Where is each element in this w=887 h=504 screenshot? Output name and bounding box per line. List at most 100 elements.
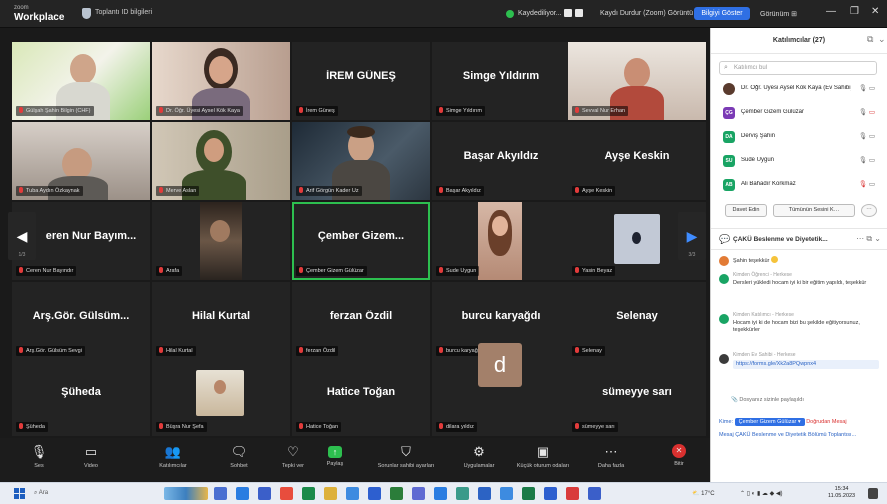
taskbar-search[interactable]: ⌕ Ara xyxy=(34,490,48,497)
meeting-toolbar: 🎙 Ses ▭ Video 👥 Katılımcılar 🗨 Sohbet ♡ Tepki… xyxy=(0,438,710,482)
participant-row[interactable]: DA Derviş Şahin 🎙 ▭ xyxy=(719,128,881,146)
previous-page-button[interactable]: ◀ 1/3 xyxy=(8,212,36,260)
show-info-button[interactable]: Bilgiyi Göster xyxy=(694,7,750,20)
participant-name: Sude Uygun xyxy=(446,268,477,274)
taskbar-app-icon[interactable] xyxy=(522,487,535,500)
chat-button[interactable]: 🗨 Sohbet xyxy=(208,442,270,478)
video-tile[interactable]: Simge Yıldırım Simge Yıldırım xyxy=(432,42,570,120)
taskbar-app-icon[interactable] xyxy=(456,487,469,500)
video-off-icon: ▭ xyxy=(868,109,875,116)
video-tile[interactable]: ferzan Özdil ferzan Özdil xyxy=(292,282,430,360)
taskbar-app-icon[interactable] xyxy=(478,487,491,500)
chat-message-input[interactable]: Mesaj ÇAKÜ Beslenme ve Diyetetik Bölümü … xyxy=(719,432,881,439)
participant-name-label: Tuba Aydın Özkaynak xyxy=(16,186,83,196)
video-tile[interactable]: Merve Aslan xyxy=(152,122,290,200)
taskbar-task-view-icon[interactable] xyxy=(214,487,227,500)
popout-icon[interactable]: ⧉ xyxy=(867,34,873,45)
participant-row[interactable]: AB Ali Bahadır Korkmaz 🎙 ▭ xyxy=(719,176,881,194)
side-panel: Katılımcılar (27) ⧉ ⌄ ⌕ Katılımcı bul Dr… xyxy=(710,28,887,482)
chevron-down-icon[interactable]: ⌄ xyxy=(878,34,886,45)
pause-recording-icon[interactable] xyxy=(564,9,572,17)
taskbar-app-icon[interactable] xyxy=(324,487,337,500)
host-settings-button[interactable]: ⛉ Sorunlar sahibi ayarları xyxy=(368,442,444,478)
video-tile[interactable]: Dr. Öğr. Üyesi Aysel Kök Kaya xyxy=(152,42,290,120)
video-tile[interactable]: Arş.Gör. Gülsüm... Arş.Gör. Gülsüm Sevgi xyxy=(12,282,150,360)
more-options-button[interactable]: ⋯ xyxy=(861,204,877,217)
participant-name: Dr. Öğr. Üyesi Aysel Kök Kaya xyxy=(166,108,240,114)
view-button[interactable]: Görünüm ⊞ xyxy=(760,10,797,18)
weather-indicator[interactable]: ⛅ 17°C xyxy=(692,490,715,497)
participant-row[interactable]: ÇG Çember Gizem Gülüzar 🎙 ▭ xyxy=(719,104,881,122)
video-tile-active-speaker[interactable]: Çember Gizem... Çember Gizem Gülüzar xyxy=(292,202,430,280)
connection-status-icon xyxy=(506,10,514,18)
participant-name: Çember Gizem Gülüzar xyxy=(306,268,364,274)
taskbar-app-icon[interactable] xyxy=(544,487,557,500)
chat-options-icon[interactable]: ⋯ ⧉ ⌄ xyxy=(856,234,881,244)
video-tile[interactable]: Arafa xyxy=(152,202,290,280)
taskbar-app-icon[interactable] xyxy=(280,487,293,500)
stop-recording-icon[interactable] xyxy=(575,9,583,17)
participant-search-input[interactable]: ⌕ Katılımcı bul xyxy=(719,61,877,75)
file-shared-text: Dosyanız sizinle paylaşıldı xyxy=(739,397,804,403)
app-brand-name: Workplace xyxy=(14,12,65,23)
video-tile[interactable]: Arif Görgün Kader Uz xyxy=(292,122,430,200)
taskbar-app-icon[interactable] xyxy=(346,487,359,500)
mute-all-button[interactable]: Tümünün Sesini K… xyxy=(773,204,855,217)
taskbar-zoom-icon[interactable] xyxy=(368,487,381,500)
video-tile[interactable]: Büşra Nur Şefa xyxy=(152,358,290,436)
system-tray-icons[interactable]: ⌃ ▯ ◐ ▮ ☁ ◆ ◀) xyxy=(740,490,782,497)
taskbar-app-icon[interactable] xyxy=(412,487,425,500)
apps-button[interactable]: ⚙ Uygulamalar xyxy=(448,442,510,478)
video-tile[interactable]: Selenay Selenay xyxy=(568,282,706,360)
notification-icon[interactable] xyxy=(868,488,878,499)
taskbar-app-icon[interactable] xyxy=(390,487,403,500)
participant-row[interactable]: Dr. Öğr. Üyesi Aysel Kök Kaya (Ev Sahibi… xyxy=(719,80,881,98)
breakout-rooms-button[interactable]: ▣ Küçük oturum odaları xyxy=(508,442,578,478)
video-tile[interactable]: Sude Uygun xyxy=(432,202,570,280)
direct-message-label: Doğrudan Mesaj xyxy=(806,419,847,425)
security-shield-icon[interactable] xyxy=(82,8,91,19)
recipient-select[interactable]: Çember Gizem Gülüzar ▾ xyxy=(734,418,805,426)
video-tile[interactable]: sümeyye sarı sümeyye sarı xyxy=(568,358,706,436)
taskbar-app-icon[interactable] xyxy=(566,487,579,500)
maximize-button[interactable]: ❐ xyxy=(850,6,859,17)
more-button[interactable]: ⋯ Daha fazla xyxy=(580,442,642,478)
invite-button[interactable]: Davet Edin xyxy=(725,204,767,217)
video-tile[interactable]: Ayşe Keskin Ayşe Keskin xyxy=(568,122,706,200)
taskbar-app-icon[interactable] xyxy=(302,487,315,500)
participant-name: Ayşe Keskin xyxy=(582,188,613,194)
video-tile[interactable]: Şüheda Şüheda xyxy=(12,358,150,436)
participant-row[interactable]: SU Sude Uygun 🎙 ▭ xyxy=(719,152,881,170)
video-tile[interactable]: Hatice Toğan Hatice Toğan xyxy=(292,358,430,436)
taskbar-app-icon[interactable] xyxy=(434,487,447,500)
video-tile[interactable]: Sevval Nur Erhan xyxy=(568,42,706,120)
participant-face xyxy=(492,216,508,236)
participants-button[interactable]: 👥 Katılımcılar xyxy=(142,442,204,478)
close-button[interactable]: ✕ xyxy=(871,6,879,17)
minimize-button[interactable]: — xyxy=(826,6,836,17)
chat-header: 💬 ÇAKÜ Beslenme ve Diyetetik... ⋯ ⧉ ⌄ xyxy=(711,228,887,250)
taskbar-news-icon[interactable] xyxy=(164,487,208,500)
video-tile[interactable]: Başar Akyıldız Başar Akyıldız xyxy=(432,122,570,200)
end-meeting-button[interactable]: ✕ Bitir xyxy=(652,442,706,478)
weather-text: 17°C xyxy=(701,491,715,497)
taskbar-search-text: Ara xyxy=(38,490,49,496)
muted-mic-icon xyxy=(159,187,163,193)
recording-status: Kaydediliyor... xyxy=(518,10,562,17)
video-tile[interactable]: İREM GÜNEŞ İrem Güneş xyxy=(292,42,430,120)
taskbar-app-icon[interactable] xyxy=(258,487,271,500)
meeting-info-text[interactable]: Toplantı ID bilgileri xyxy=(95,9,152,16)
video-tile[interactable]: Gülşah Şahin Bilgin (CHF) xyxy=(12,42,150,120)
taskbar-clock[interactable]: 15:34 11.05.2023 xyxy=(828,486,855,500)
taskbar-app-icon[interactable] xyxy=(500,487,513,500)
chat-message-link[interactable]: https://forms.gle/Xk2a8PQwpnx4 xyxy=(733,360,879,369)
next-page-button[interactable]: ▶ 3/3 xyxy=(678,212,706,260)
taskbar-app-icon[interactable] xyxy=(236,487,249,500)
video-button[interactable]: ▭ Video xyxy=(60,442,122,478)
taskbar-app-icon[interactable] xyxy=(588,487,601,500)
video-tile[interactable]: Hilal Kurtal Hilal Kurtal xyxy=(152,282,290,360)
avatar xyxy=(723,83,735,95)
share-screen-button[interactable]: ↑ Paylaş xyxy=(304,442,366,478)
windows-start-icon[interactable] xyxy=(14,488,25,499)
video-tile[interactable]: Tuba Aydın Özkaynak xyxy=(12,122,150,200)
